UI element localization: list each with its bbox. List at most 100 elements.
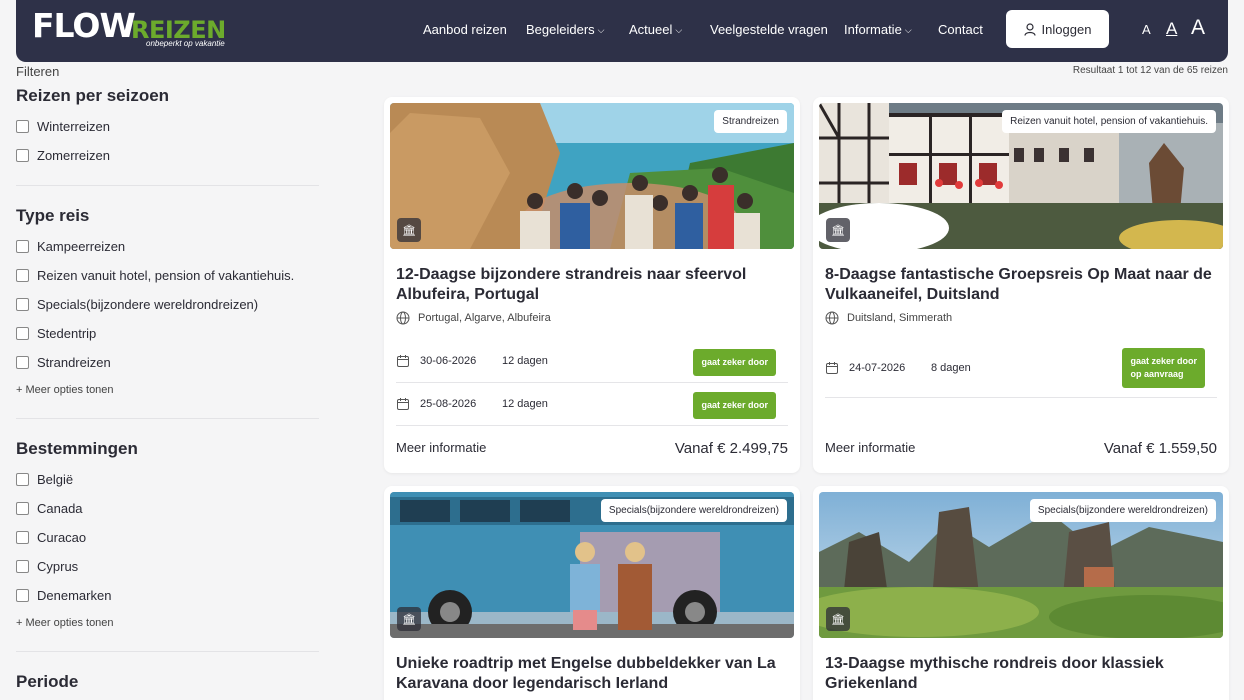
checkbox[interactable] [16,473,29,486]
trip-title[interactable]: 12-Daagse bijzondere strandreis naar sfe… [396,265,788,305]
filter-group-title-periode: Periode [16,672,79,691]
nav-aanbod-reizen[interactable]: Aanbod reizen [423,22,507,37]
trip-card[interactable]: Specials(bijzondere wereldrondreizen) 🏛 … [384,486,800,700]
trip-photo-meteora[interactable]: Specials(bijzondere wereldrondreizen) 🏛 [819,492,1223,638]
museum-icon: 🏛 [826,607,850,631]
calendar-icon [826,362,838,374]
filter-option-label: Kampeerreizen [37,239,126,254]
departure-row: 25-08-2026 12 dagen gaat zeker door [396,383,788,425]
filter-option-cyprus[interactable]: Cyprus [16,559,78,574]
nav-actueel-label: Actueel [629,22,673,37]
filter-option-label: Zomerreizen [37,148,110,163]
nav-informatie[interactable]: Informatie ⌵ [844,22,912,37]
trip-title[interactable]: Unieke roadtrip met Engelse dubbeldekker… [396,654,788,694]
museum-icon: 🏛 [826,218,850,242]
filter-option-belgie[interactable]: België [16,472,73,487]
chevron-down-icon: ⌵ [675,25,683,35]
filter-option-curacao[interactable]: Curacao [16,530,86,545]
checkbox[interactable] [16,502,29,515]
filter-option-label: Denemarken [37,588,112,603]
departure-row: 24-07-2026 8 dagen gaat zeker door op aan… [825,347,1217,389]
filter-group-title-type: Type reis [16,206,90,225]
calendar-icon [397,355,409,367]
checkbox[interactable] [16,298,29,311]
trip-location-text: Duitsland, Simmerath [847,312,953,324]
globe-icon [825,311,839,325]
checkbox[interactable] [16,149,29,162]
divider [16,185,319,186]
chevron-down-icon: ⌵ [904,25,912,35]
filter-option-label: België [37,472,74,487]
trip-price: Vanaf € 2.499,75 [674,440,788,457]
font-size-large-button[interactable]: A [1191,16,1205,40]
trip-price: Vanaf € 1.559,50 [1103,440,1217,457]
trip-card[interactable]: Specials(bijzondere wereldrondreizen) 🏛 … [813,486,1229,700]
status-badge[interactable]: gaat zeker door [693,392,776,419]
trip-photo-beach-group[interactable]: Strandreizen 🏛 [390,103,794,249]
show-more-type-button[interactable]: + Meer opties tonen [16,384,114,396]
font-size-small-button[interactable]: A [1142,22,1151,37]
nav-begeleiders-label: Begeleiders [526,22,595,37]
filter-option-label: Cyprus [37,559,79,574]
filter-option-denemarken[interactable]: Denemarken [16,588,111,603]
nav-contact[interactable]: Contact [938,22,983,37]
more-info-link[interactable]: Meer informatie [396,440,486,455]
user-icon [1023,22,1036,36]
nav-actueel[interactable]: Actueel ⌵ [629,22,682,37]
filter-option-hotel[interactable]: Reizen vanuit hotel, pension of vakantie… [16,268,294,283]
trip-title[interactable]: 8-Daagse fantastische Groepsreis Op Maat… [825,265,1217,305]
trip-type-tag: Reizen vanuit hotel, pension of vakantie… [1002,110,1216,133]
filter-option-zomerreizen[interactable]: Zomerreizen [16,148,110,163]
status-line: op aanvraag [1130,369,1184,379]
filter-option-canada[interactable]: Canada [16,501,83,516]
result-count: Resultaat 1 tot 12 van de 65 reizen [1072,65,1228,76]
divider [16,651,319,652]
trip-type-tag: Specials(bijzondere wereldrondreizen) [1029,499,1216,522]
trip-duration: 8 dagen [931,362,971,374]
filter-option-label: Curacao [37,530,87,545]
filter-option-kampeerreizen[interactable]: Kampeerreizen [16,239,125,254]
checkbox[interactable] [16,269,29,282]
trip-photo-double-decker[interactable]: Specials(bijzondere wereldrondreizen) 🏛 [390,492,794,638]
flowreizen-logo[interactable]: FLOW REIZEN onbeperkt op vakantie [32,6,232,54]
status-badge[interactable]: gaat zeker door op aanvraag [1122,348,1205,388]
chevron-down-icon: ⌵ [597,25,605,35]
filter-option-label: Canada [37,501,83,516]
globe-icon [396,311,410,325]
font-size-medium-button[interactable]: A [1166,19,1177,39]
trip-type-tag: Specials(bijzondere wereldrondreizen) [600,499,787,522]
checkbox[interactable] [16,120,29,133]
calendar-icon [397,398,409,410]
filter-option-specials[interactable]: Specials(bijzondere wereldrondreizen) [16,297,258,312]
login-label: Inloggen [1041,21,1092,37]
checkbox[interactable] [16,240,29,253]
trip-location: Duitsland, Simmerath [825,311,952,325]
checkbox[interactable] [16,589,29,602]
filter-option-winterreizen[interactable]: Winterreizen [16,119,110,134]
checkbox[interactable] [16,327,29,340]
filter-option-strandreizen[interactable]: Strandreizen [16,355,111,370]
divider [825,397,1217,398]
trip-duration: 12 dagen [502,398,548,410]
checkbox[interactable] [16,356,29,369]
nav-veelgestelde-vragen[interactable]: Veelgestelde vragen [710,22,828,37]
status-badge[interactable]: gaat zeker door [693,349,776,376]
trip-title[interactable]: 13-Daagse mythische rondreis door klassi… [825,654,1217,694]
trip-photo-village-river[interactable]: Reizen vanuit hotel, pension of vakantie… [819,103,1223,249]
filter-group-title-bestemmingen: Bestemmingen [16,439,138,458]
museum-icon: 🏛 [397,607,421,631]
divider [16,418,319,419]
departure-date: 24-07-2026 [849,362,906,374]
checkbox[interactable] [16,531,29,544]
more-info-link[interactable]: Meer informatie [825,440,915,455]
login-button[interactable]: Inloggen [1006,10,1109,48]
trip-card[interactable]: Strandreizen 🏛 12-Daagse bijzondere stra… [384,97,800,473]
filter-option-stedentrip[interactable]: Stedentrip [16,326,96,341]
filter-option-label: Specials(bijzondere wereldrondreizen) [37,297,259,312]
trip-type-tag: Strandreizen [714,110,787,133]
checkbox[interactable] [16,560,29,573]
trip-card[interactable]: Reizen vanuit hotel, pension of vakantie… [813,97,1229,473]
divider [396,425,788,426]
nav-begeleiders[interactable]: Begeleiders ⌵ [526,22,604,37]
show-more-bestemmingen-button[interactable]: + Meer opties tonen [16,617,114,629]
